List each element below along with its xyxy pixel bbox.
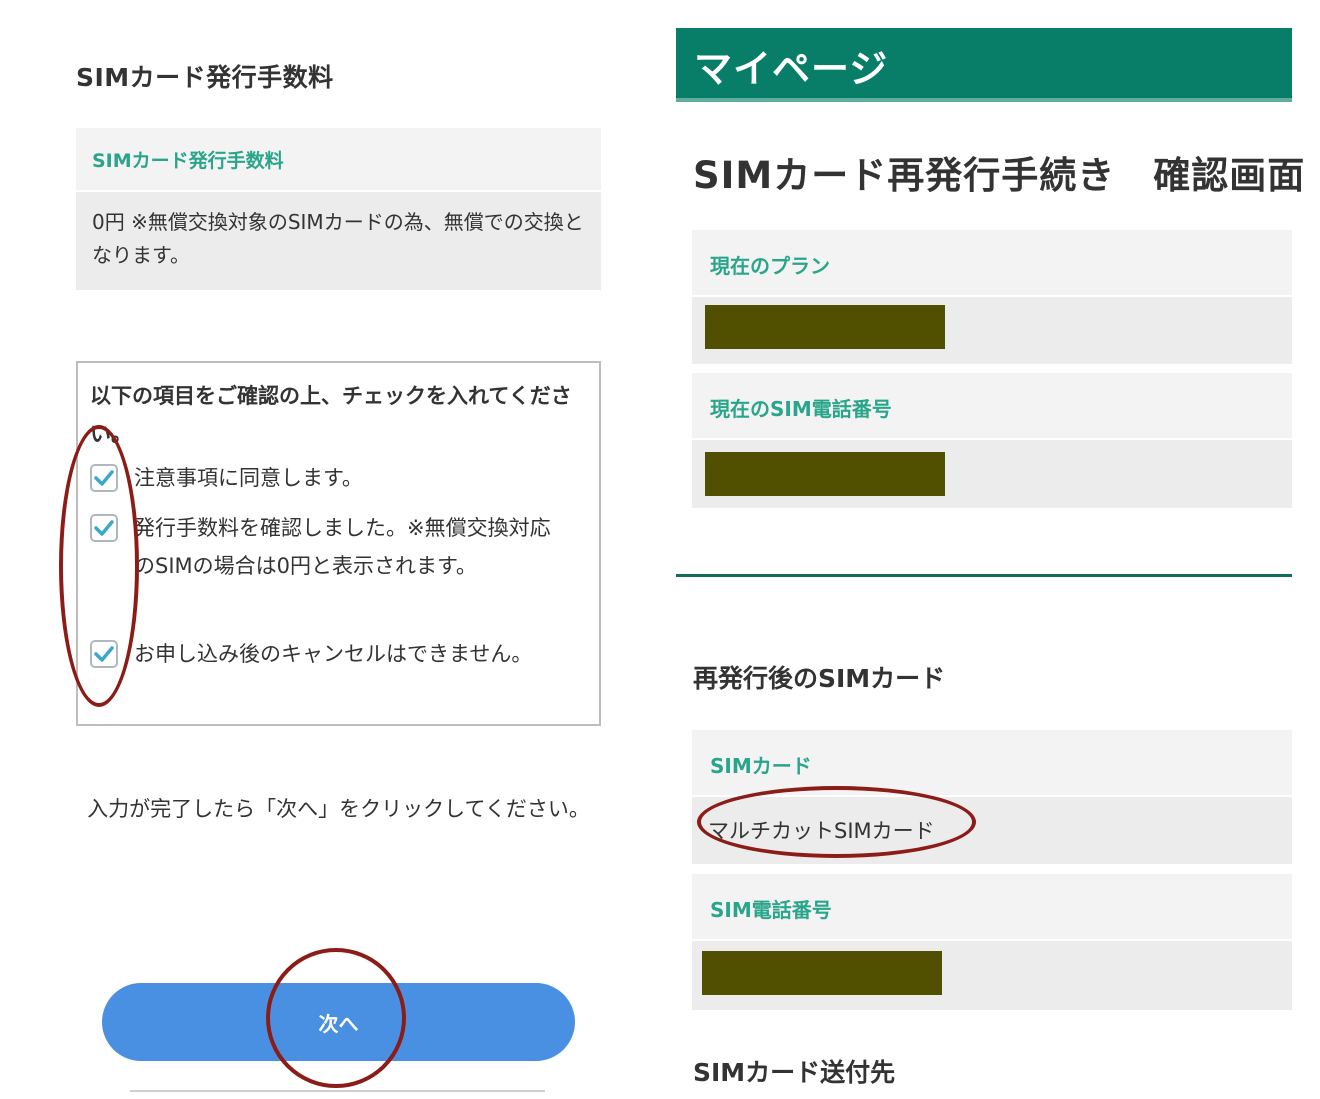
redacted-block bbox=[702, 951, 942, 995]
sim-card-label: SIMカード bbox=[692, 730, 1292, 797]
annotation-oval-checkboxes bbox=[59, 425, 139, 707]
annotation-oval-next bbox=[266, 948, 406, 1088]
checkbox-label: 発行手数料を確認しました。※無償交換対応のSIMの場合は0円と表示されます。 bbox=[134, 516, 551, 578]
checkbox-row-fee[interactable]: 発行手数料を確認しました。※無償交換対応のSIMの場合は0円と表示されます。 bbox=[90, 513, 554, 585]
mypage-title: マイページ bbox=[694, 47, 889, 91]
redacted-block bbox=[705, 452, 945, 496]
section-title: SIMカード発行手数料 bbox=[76, 63, 334, 92]
page-title: SIMカード再発行手続き 確認画面 bbox=[693, 154, 1306, 197]
section-divider bbox=[676, 574, 1292, 577]
current-plan-block: 現在のプラン bbox=[692, 230, 1292, 364]
fee-box: SIMカード発行手数料 0円 ※無償交換対象のSIMカードの為、無償での交換とな… bbox=[76, 128, 601, 290]
button-divider bbox=[130, 1090, 545, 1092]
current-plan-label: 現在のプラン bbox=[692, 230, 1292, 297]
annotation-oval-sim-type bbox=[697, 786, 976, 858]
checkbox-label: 注意事項に同意します。 bbox=[134, 466, 363, 490]
right-panel: マイページ SIMカード再発行手続き 確認画面 現在のプラン 現在のSIM電話番… bbox=[660, 0, 1320, 1099]
instruction-text: 入力が完了したら「次へ」をクリックしてください。 bbox=[87, 797, 590, 821]
checkbox-row-agree[interactable]: 注意事項に同意します。 bbox=[90, 463, 554, 497]
redacted-block bbox=[705, 305, 945, 349]
confirmation-box: 以下の項目をご確認の上、チェックを入れてください。 注意事項に同意します。 発行… bbox=[76, 361, 601, 726]
current-number-block: 現在のSIM電話番号 bbox=[692, 373, 1292, 508]
fee-value: 0円 ※無償交換対象のSIMカードの為、無償での交換となります。 bbox=[76, 192, 601, 290]
fee-label: SIMカード発行手数料 bbox=[76, 128, 601, 192]
current-number-value bbox=[692, 440, 1292, 508]
sim-number-value bbox=[692, 941, 1292, 1010]
checkbox-row-cancel[interactable]: お申し込み後のキャンセルはできません。 bbox=[90, 639, 554, 673]
after-reissue-title: 再発行後のSIMカード bbox=[693, 664, 946, 693]
delivery-title: SIMカード送付先 bbox=[693, 1058, 896, 1087]
left-panel: SIMカード発行手数料 SIMカード発行手数料 0円 ※無償交換対象のSIMカー… bbox=[0, 0, 660, 1099]
current-plan-value bbox=[692, 297, 1292, 364]
mypage-header: マイページ bbox=[676, 28, 1292, 102]
checkbox-label: お申し込み後のキャンセルはできません。 bbox=[134, 642, 533, 666]
current-number-label: 現在のSIM電話番号 bbox=[692, 373, 1292, 440]
sim-number-label: SIM電話番号 bbox=[692, 874, 1292, 941]
confirmation-heading: 以下の項目をご確認の上、チェックを入れてください。 bbox=[90, 384, 572, 446]
sim-number-block: SIM電話番号 bbox=[692, 874, 1292, 1010]
